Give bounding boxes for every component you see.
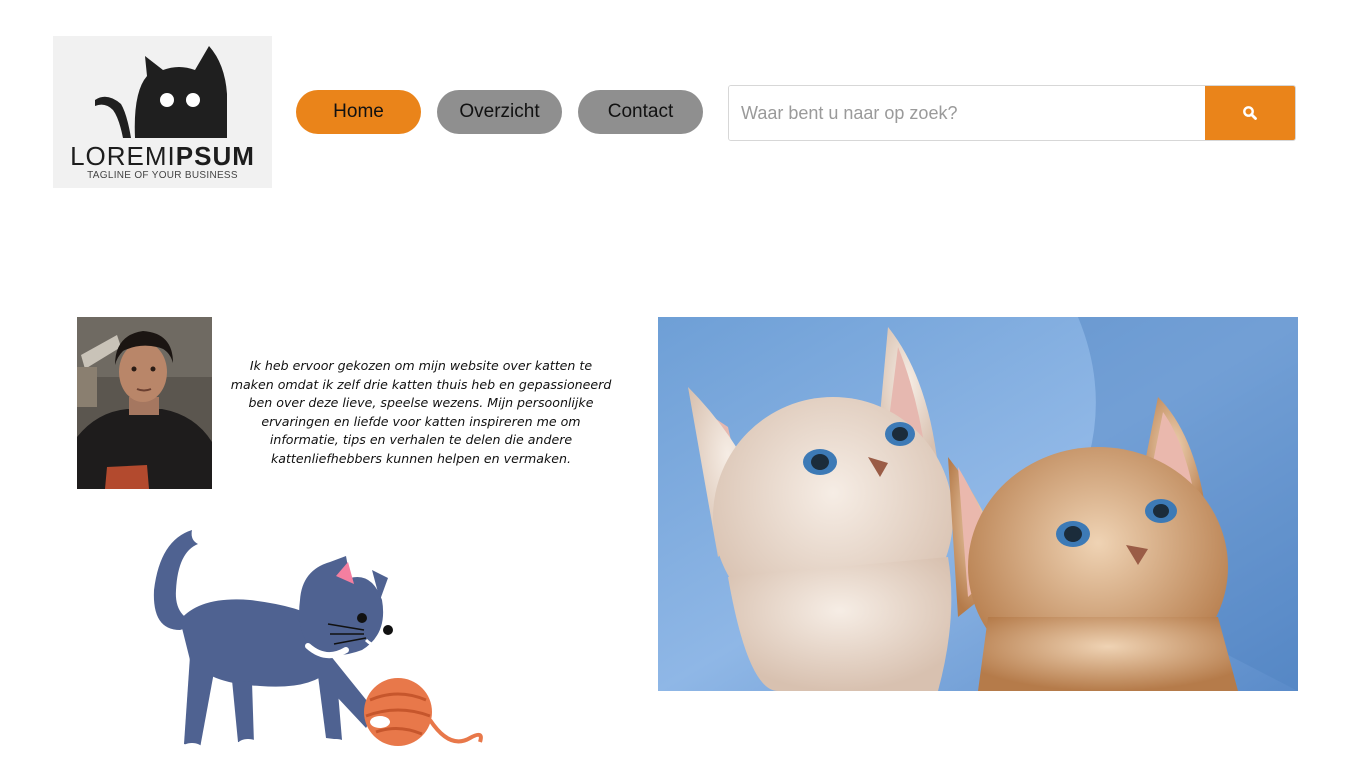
about-text: Ik heb ervoor gekozen om mijn website ov… — [230, 358, 612, 466]
author-photo — [77, 317, 212, 489]
search-button[interactable] — [1205, 86, 1295, 140]
logo-tagline: TAGLINE OF YOUR BUSINESS — [87, 170, 238, 181]
kittens-photo — [658, 317, 1298, 691]
kittens-image — [658, 317, 1298, 691]
nav-home-button[interactable]: Home — [296, 90, 421, 134]
search-bar — [728, 85, 1296, 141]
nav-overzicht-button[interactable]: Overzicht — [437, 90, 562, 134]
author-portrait-image — [77, 317, 212, 489]
search-icon — [1243, 106, 1257, 120]
nav-contact-button[interactable]: Contact — [578, 90, 703, 134]
search-input[interactable] — [729, 86, 1207, 140]
logo-wordmark: LOREMIPSUM — [70, 141, 255, 171]
cat-with-yarn-illustration — [153, 506, 483, 753]
site-logo[interactable]: LOREMIPSUM TAGLINE OF YOUR BUSINESS — [53, 36, 272, 188]
cat-logo-icon — [95, 46, 227, 138]
